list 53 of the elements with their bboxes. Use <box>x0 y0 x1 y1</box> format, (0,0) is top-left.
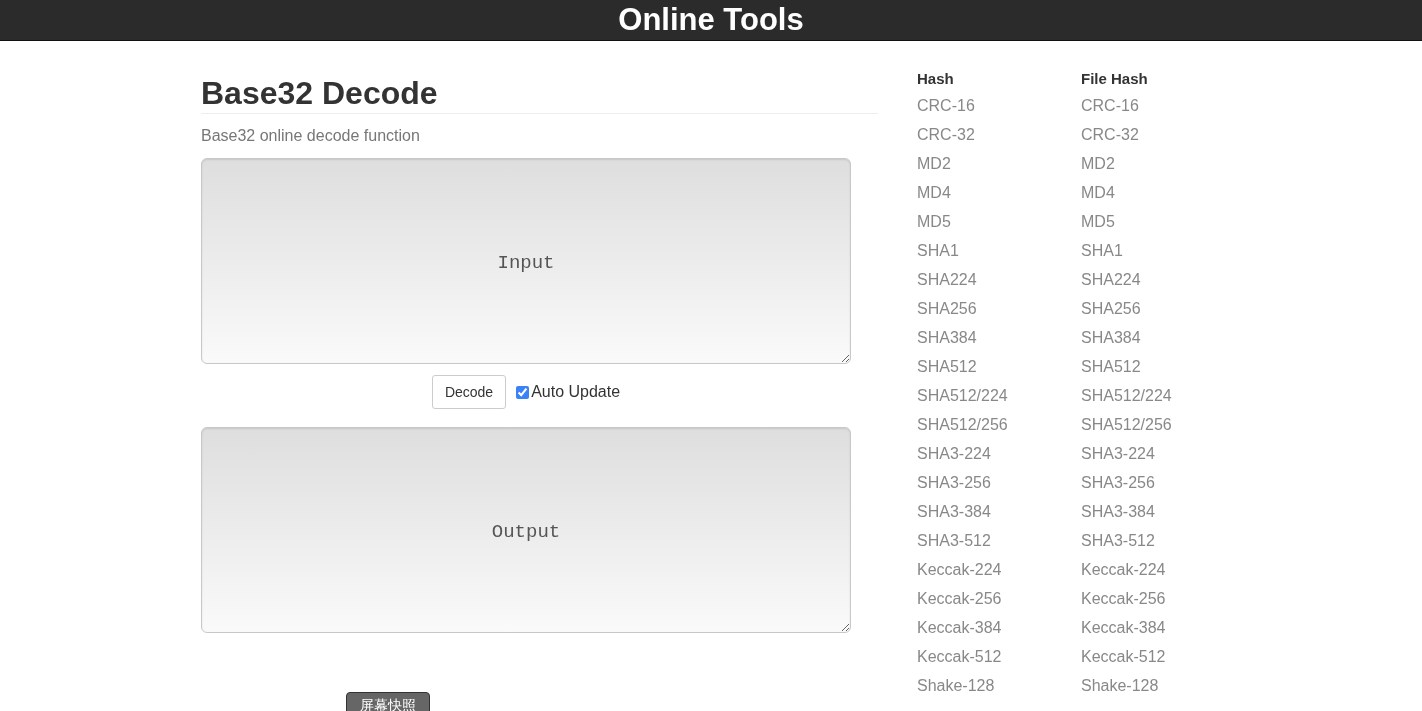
sidebar-link[interactable]: Keccak-256 <box>1081 590 1166 608</box>
sidebar-link[interactable]: SHA512 <box>1081 358 1141 376</box>
output-field[interactable]: Output <box>201 427 851 633</box>
sidebar-link[interactable]: MD5 <box>1081 213 1115 231</box>
sidebar-link[interactable]: MD2 <box>1081 155 1115 173</box>
sidebar-link[interactable]: SHA3-256 <box>917 474 991 492</box>
screenshot-button[interactable]: 屏幕快照 <box>346 692 430 711</box>
sidebar-link[interactable]: SHA512/256 <box>1081 416 1172 434</box>
sidebar-link[interactable]: SHA1 <box>1081 242 1123 260</box>
sidebar-link[interactable]: MD5 <box>917 213 951 231</box>
sidebar-link[interactable]: CRC-16 <box>1081 97 1139 115</box>
sidebar-link[interactable]: Keccak-512 <box>1081 648 1166 666</box>
auto-update-label: Auto Update <box>531 382 621 402</box>
sidebar-link[interactable]: SHA384 <box>1081 329 1141 347</box>
sidebar-link[interactable]: SHA1 <box>917 242 959 260</box>
sidebar-link[interactable]: SHA3-256 <box>1081 474 1155 492</box>
input-field[interactable]: Input <box>201 158 851 364</box>
sidebar-link[interactable]: SHA3-384 <box>917 503 991 521</box>
sidebar-link[interactable]: Shake-128 <box>1081 677 1159 695</box>
sidebar-link[interactable]: SHA224 <box>1081 271 1141 289</box>
sidebar-link[interactable]: MD4 <box>1081 184 1115 202</box>
sidebar-link[interactable]: Keccak-256 <box>917 590 1002 608</box>
sidebar-link[interactable]: SHA3-384 <box>1081 503 1155 521</box>
sidebar-link[interactable]: SHA256 <box>1081 300 1141 318</box>
sidebar-link[interactable]: Keccak-224 <box>917 561 1002 579</box>
sidebar-link[interactable]: SHA256 <box>917 300 977 318</box>
sidebar-link[interactable]: SHA384 <box>917 329 977 347</box>
sidebar-link[interactable]: Shake-128 <box>917 677 995 695</box>
sidebar-link[interactable]: SHA3-512 <box>917 532 991 550</box>
page-description: Base32 online decode function <box>201 126 421 146</box>
sidebar-link[interactable]: SHA512/256 <box>917 416 1008 434</box>
sidebar-link[interactable]: SHA512/224 <box>1081 387 1172 405</box>
sidebar-link[interactable]: SHA224 <box>917 271 977 289</box>
sidebar-link[interactable]: SHA3-512 <box>1081 532 1155 550</box>
sidebar-link[interactable]: Keccak-224 <box>1081 561 1166 579</box>
sidebar-link[interactable]: CRC-32 <box>1081 126 1139 144</box>
site-title: Online Tools <box>618 0 804 39</box>
sidebar-link[interactable]: SHA3-224 <box>1081 445 1155 463</box>
sidebar-link[interactable]: SHA512/224 <box>917 387 1008 405</box>
sidebar-link[interactable]: MD2 <box>917 155 951 173</box>
sidebar-link[interactable]: Keccak-384 <box>1081 619 1166 637</box>
decode-button[interactable]: Decode <box>431 375 507 409</box>
sidebar-heading: File Hash <box>1081 69 1149 86</box>
sidebar-link[interactable]: CRC-32 <box>917 126 975 144</box>
sidebar-link[interactable]: Keccak-512 <box>917 648 1002 666</box>
sidebar-link[interactable]: MD4 <box>917 184 951 202</box>
sidebar-link[interactable]: Keccak-384 <box>917 619 1002 637</box>
sidebar-link[interactable]: SHA3-224 <box>917 445 991 463</box>
auto-update-checkbox[interactable] <box>516 385 530 399</box>
page-title: Base32 Decode <box>201 74 878 114</box>
sidebar-heading: Hash <box>917 69 955 86</box>
sidebar-link[interactable]: CRC-16 <box>917 97 975 115</box>
sidebar-link[interactable]: SHA512 <box>917 358 977 376</box>
